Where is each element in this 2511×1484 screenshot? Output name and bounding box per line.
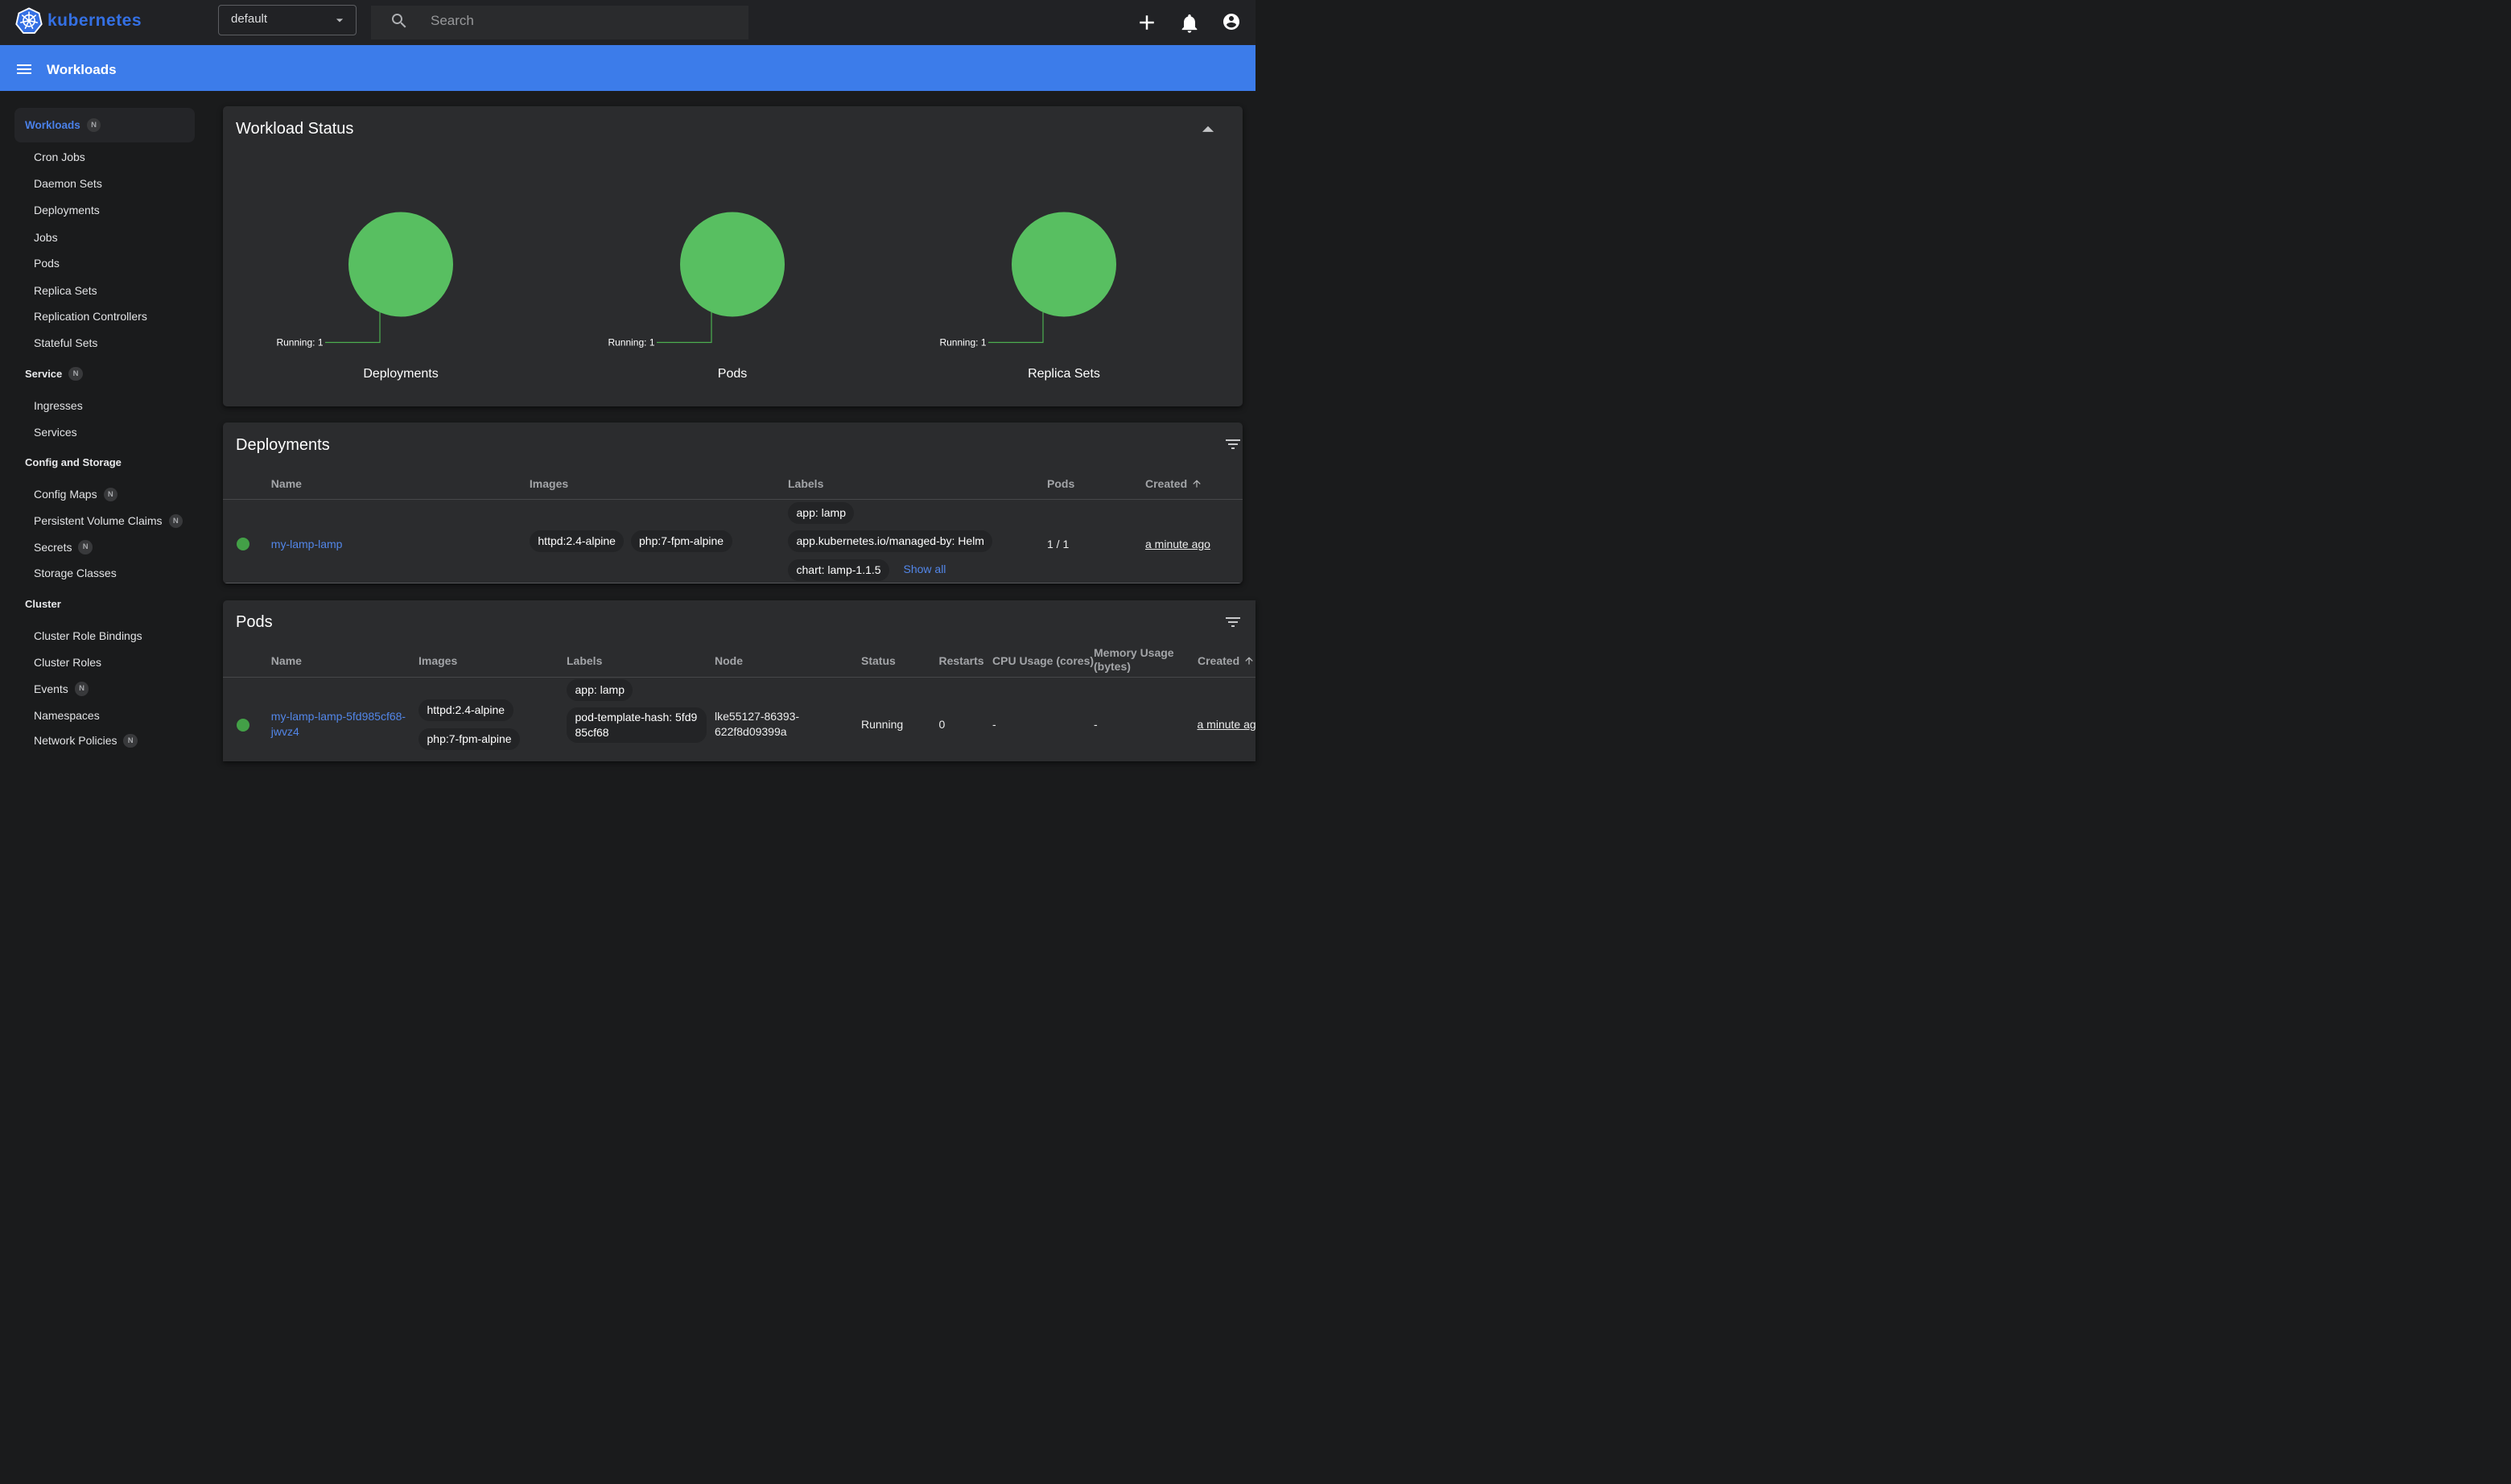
svg-text:Running: 1: Running: 1: [939, 336, 986, 348]
svg-text:Running: 1: Running: 1: [608, 336, 654, 348]
svg-text:Replica Sets: Replica Sets: [1028, 367, 1100, 381]
svg-text:Running: 1: Running: 1: [276, 336, 323, 348]
svg-text:Pods: Pods: [717, 367, 746, 381]
svg-text:Deployments: Deployments: [363, 367, 438, 381]
